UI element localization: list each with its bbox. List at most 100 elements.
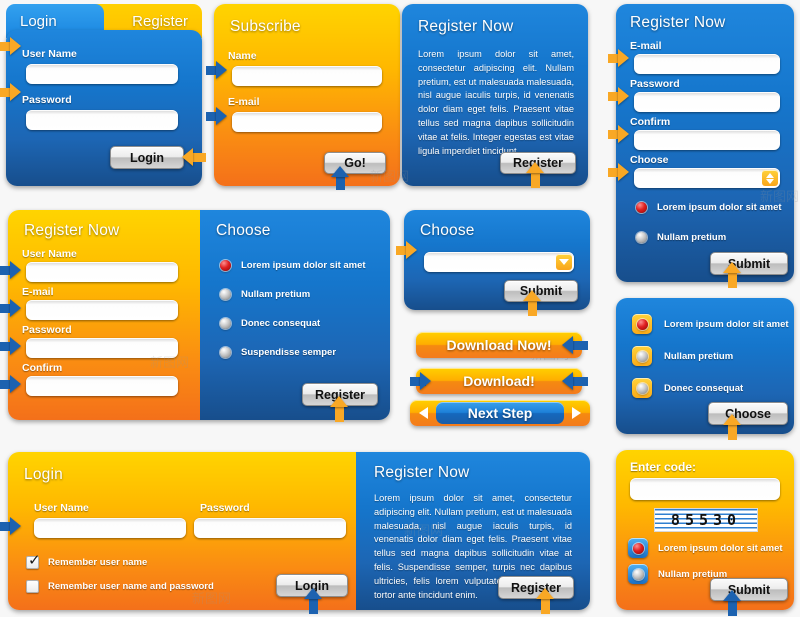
register-right-option-1[interactable]: Nullam pretium	[636, 232, 726, 243]
captcha-option-0[interactable]: Lorem ipsum dolor sit amet	[628, 538, 783, 558]
rr-submit-pointer-arrow-icon	[723, 262, 741, 273]
choose-select-submit-pointer-arrow-icon	[523, 290, 541, 301]
chevron-down-icon[interactable]	[556, 254, 572, 270]
radio-selected-icon[interactable]	[636, 202, 647, 213]
radio-selected-icon[interactable]	[220, 260, 231, 271]
register-right-choose-input[interactable]	[634, 168, 780, 188]
subscribe-email-input[interactable]	[232, 112, 382, 132]
choose-select-input[interactable]	[424, 252, 574, 272]
register-text-panel-bottom: Register Now Lorem ipsum dolor sit amet,…	[356, 452, 590, 610]
choose-radio-submit-pointer-arrow-icon	[330, 396, 348, 407]
boxed-radio-unselected-icon[interactable]	[632, 346, 652, 366]
choose-select-panel: Choose Submit	[404, 210, 590, 310]
register-right-option-0[interactable]: Lorem ipsum dolor sit amet	[636, 202, 782, 213]
captcha-title: Enter code:	[630, 460, 697, 474]
download-now-arrow-stem	[572, 341, 588, 350]
register-right-email-label: E-mail	[630, 40, 662, 52]
download-left-pointer-arrow-icon	[562, 372, 573, 390]
ro-email-pointer-arrow-icon	[10, 299, 21, 317]
remember-password-checkbox[interactable]	[26, 580, 39, 593]
register-right-option-0-label: Lorem ipsum dolor sit amet	[657, 202, 782, 213]
choose-boxed-option-0-label: Lorem ipsum dolor sit amet	[664, 318, 789, 330]
subscribe-email-label: E-mail	[228, 96, 260, 108]
boxed-radio-unselected-icon[interactable]	[628, 564, 648, 584]
captcha-image: 85530	[654, 508, 758, 532]
login-tabs-body: User Name Password Login	[6, 30, 202, 186]
radio-unselected-icon[interactable]	[220, 289, 231, 300]
subscribe-name-input[interactable]	[232, 66, 382, 86]
login-submit-button[interactable]: Login	[110, 146, 184, 169]
choose-radio-option-0[interactable]: Lorem ipsum dolor sit amet	[220, 260, 366, 271]
username-input[interactable]	[26, 64, 178, 84]
captcha-code: 85530	[670, 511, 742, 529]
tab-register-label: Register	[132, 12, 188, 30]
radio-unselected-icon[interactable]	[220, 318, 231, 329]
boxed-radio-selected-icon[interactable]	[632, 314, 652, 334]
download-right-pointer-arrow-icon	[420, 372, 431, 390]
choose-boxed-option-0[interactable]: Lorem ipsum dolor sit amet	[632, 314, 789, 334]
radio-unselected-icon[interactable]	[636, 232, 647, 243]
spinner-up-down-icon[interactable]	[762, 170, 778, 186]
register-top-pointer-arrow-icon	[526, 162, 544, 173]
register-right-submit-button[interactable]: Submit	[710, 252, 788, 275]
download-button[interactable]: Download!	[416, 368, 582, 394]
radio-dot-icon	[636, 318, 648, 330]
captcha-input[interactable]	[630, 478, 780, 500]
choose-select-dropdown[interactable]	[424, 252, 574, 272]
choose-boxed-submit-button[interactable]: Choose	[708, 402, 788, 425]
arrow-right-icon[interactable]	[572, 407, 581, 419]
caret-up-icon	[766, 172, 774, 178]
username-pointer-arrow-icon	[10, 37, 21, 55]
register-right-confirm-input[interactable]	[634, 130, 780, 150]
rr-email-pointer-arrow-icon	[618, 49, 629, 67]
choose-select-submit-arrow-stem	[528, 300, 537, 316]
register-bottom-submit-arrow-stem	[541, 598, 550, 614]
register-orange-title: Register Now	[24, 222, 120, 239]
subscribe-name-label: Name	[228, 50, 257, 62]
choose-radio-option-3[interactable]: Suspendisse semper	[220, 347, 336, 358]
register-right-option-1-label: Nullam pretium	[657, 232, 727, 243]
ui-kit-canvas: Login Register User Name Password Login …	[0, 0, 800, 617]
radio-dot-icon	[636, 382, 648, 394]
register-orange-email-input[interactable]	[26, 300, 178, 320]
choose-select-submit-button[interactable]: Submit	[504, 280, 578, 302]
register-right-choose-spinner[interactable]	[634, 168, 780, 188]
captcha-submit-button[interactable]: Submit	[710, 578, 788, 601]
choose-radio-option-2[interactable]: Donec consequat	[220, 318, 320, 329]
choose-boxed-option-1[interactable]: Nullam pretium	[632, 346, 733, 366]
radio-unselected-icon[interactable]	[220, 347, 231, 358]
choose-radio-option-2-label: Donec consequat	[241, 318, 321, 329]
choose-boxed-option-2[interactable]: Donec consequat	[632, 378, 743, 398]
register-top-title: Register Now	[418, 18, 514, 35]
register-form-panel-right: Register Now E-mail Password Confirm Cho…	[616, 4, 794, 282]
caret-down-glyph	[559, 259, 569, 265]
next-step-button[interactable]: Next Step	[436, 402, 564, 424]
register-right-email-input[interactable]	[634, 54, 780, 74]
login-wide-username-input[interactable]	[34, 518, 186, 538]
subscribe-name-pointer-arrow-icon	[216, 61, 227, 79]
login-wide-password-input[interactable]	[194, 518, 346, 538]
remember-username-checkbox-row[interactable]: ✓ Remember user name	[26, 553, 148, 569]
choose-radio-title: Choose	[216, 222, 271, 239]
remember-password-checkbox-row[interactable]: Remember user name and password	[26, 580, 214, 593]
boxed-radio-unselected-icon[interactable]	[632, 378, 652, 398]
register-right-password-input[interactable]	[634, 92, 780, 112]
register-orange-confirm-input[interactable]	[26, 376, 178, 396]
register-bottom-submit-pointer-arrow-icon	[536, 588, 554, 599]
boxed-radio-selected-icon[interactable]	[628, 538, 648, 558]
choose-radio-option-1[interactable]: Nullam pretium	[220, 289, 310, 300]
register-orange-password-input[interactable]	[26, 338, 178, 358]
captcha-option-0-label: Lorem ipsum dolor sit amet	[658, 542, 783, 554]
next-step-label: Next Step	[467, 405, 533, 421]
register-orange-username-input[interactable]	[26, 262, 178, 282]
register-right-choose-label: Choose	[630, 154, 669, 166]
remember-username-label: Remember user name	[48, 557, 148, 568]
rr-choose-pointer-arrow-icon	[618, 163, 629, 181]
register-right-password-label: Password	[630, 78, 680, 90]
arrow-left-icon[interactable]	[419, 407, 428, 419]
remember-username-checkbox[interactable]: ✓	[26, 553, 41, 569]
password-input[interactable]	[26, 110, 178, 130]
choose-boxed-submit-arrow-stem	[728, 424, 737, 440]
login-tabs-panel: Login Register User Name Password Login	[0, 4, 206, 186]
download-now-button[interactable]: Download Now!	[416, 332, 582, 358]
